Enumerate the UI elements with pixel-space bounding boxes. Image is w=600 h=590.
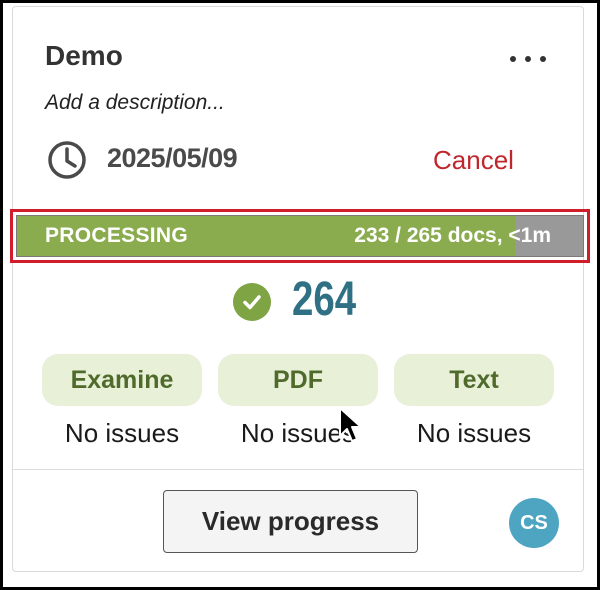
dot [510,56,516,62]
examine-status: No issues [64,418,180,448]
progress-status: PROCESSING [45,224,189,247]
examine-button[interactable]: Examine [42,354,202,406]
card-title: Demo [45,40,123,71]
processed-count: 264 [292,273,357,326]
dot [540,56,546,62]
footer-divider [13,469,583,470]
user-avatar[interactable]: CS [509,498,559,548]
mouse-cursor-icon [339,407,362,442]
job-date: 2025/05/09 [107,143,238,173]
pdf-button[interactable]: PDF [218,354,378,406]
view-progress-button[interactable]: View progress [163,490,418,553]
progress-bar: PROCESSING 233 / 265 docs, <1m [16,215,584,257]
cancel-link[interactable]: Cancel [433,145,514,176]
card-description[interactable]: Add a description... [45,91,225,115]
clock-icon [48,141,86,179]
check-circle-icon [233,283,271,321]
text-button[interactable]: Text [394,354,554,406]
more-options-icon[interactable] [510,56,546,66]
progress-count: 233 / 265 docs, <1m [354,224,551,247]
dot [525,56,531,62]
text-status: No issues [416,418,532,448]
